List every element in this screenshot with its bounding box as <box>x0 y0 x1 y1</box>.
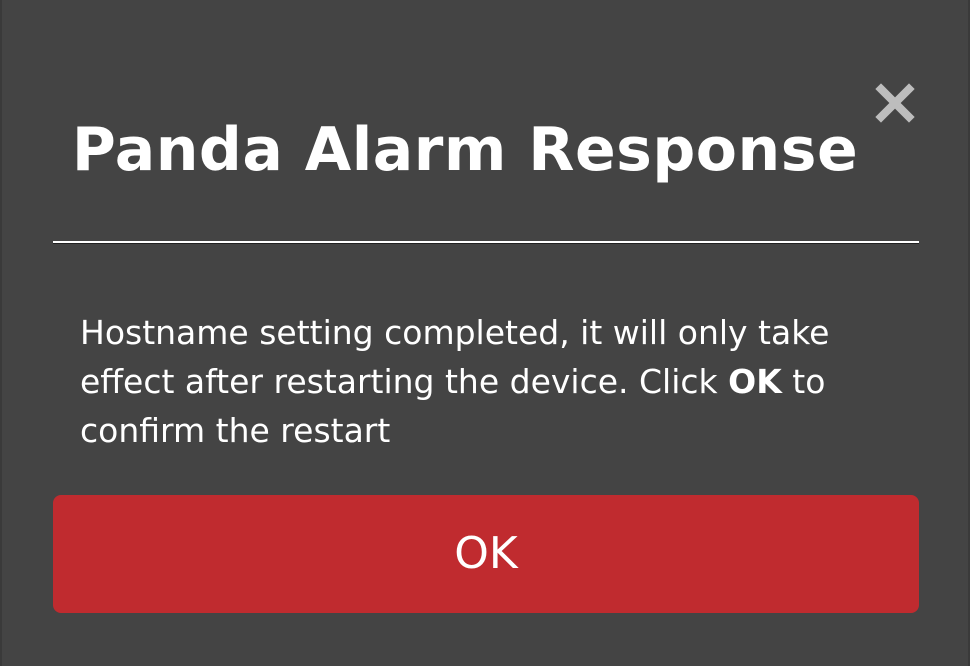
alarm-response-dialog: Panda Alarm Response Hostname setting co… <box>0 0 970 666</box>
dialog-title: Panda Alarm Response <box>71 115 859 185</box>
dialog-left-edge <box>0 0 2 666</box>
dialog-message: Hostname setting completed, it will only… <box>80 308 880 455</box>
message-ok-emphasis: OK <box>728 362 782 401</box>
message-text-before: Hostname setting completed, it will only… <box>80 313 830 401</box>
ok-button[interactable]: OK <box>53 495 919 613</box>
title-divider <box>53 241 919 243</box>
